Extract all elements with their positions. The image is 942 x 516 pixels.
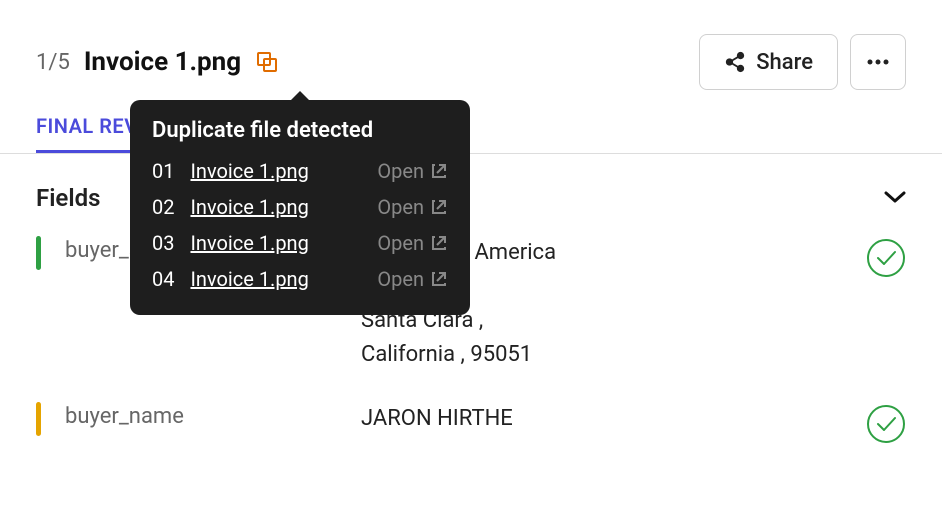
header: 1/5 Invoice 1.png Share (0, 0, 942, 90)
chevron-down-icon (884, 190, 906, 204)
field-status-bar (36, 236, 41, 270)
open-duplicate-link[interactable]: Open (377, 231, 448, 255)
external-link-icon (430, 162, 448, 180)
open-label: Open (377, 231, 424, 255)
page-counter: 1/5 (36, 50, 70, 75)
open-duplicate-link[interactable]: Open (377, 159, 448, 183)
check-circle-icon (866, 238, 906, 278)
share-button[interactable]: Share (699, 34, 838, 90)
external-link-icon (430, 198, 448, 216)
tooltip-title: Duplicate file detected (152, 118, 448, 143)
file-title: Invoice 1.png (84, 47, 241, 77)
duplicate-icon[interactable] (255, 50, 279, 74)
field-status-icon (866, 236, 906, 282)
open-label: Open (377, 195, 424, 219)
dots-icon (867, 59, 889, 65)
duplicate-filename[interactable]: Invoice 1.png (190, 267, 308, 291)
collapse-toggle[interactable] (884, 189, 906, 208)
field-label: buyer_name (65, 402, 361, 429)
share-label: Share (756, 50, 813, 75)
header-left: 1/5 Invoice 1.png (36, 47, 279, 77)
more-button[interactable] (850, 34, 906, 90)
duplicate-index: 02 (152, 195, 174, 219)
duplicate-index: 04 (152, 267, 174, 291)
duplicate-row: 03 Invoice 1.png Open (152, 225, 448, 261)
field-status-bar (36, 402, 41, 436)
open-duplicate-link[interactable]: Open (377, 267, 448, 291)
header-actions: Share (699, 34, 906, 90)
external-link-icon (430, 270, 448, 288)
duplicate-filename[interactable]: Invoice 1.png (190, 195, 308, 219)
open-duplicate-link[interactable]: Open (377, 195, 448, 219)
duplicate-row: 04 Invoice 1.png Open (152, 261, 448, 297)
field-status-icon (866, 402, 906, 448)
open-label: Open (377, 159, 424, 183)
duplicate-filename[interactable]: Invoice 1.png (190, 231, 308, 255)
open-label: Open (377, 267, 424, 291)
duplicate-row: 01 Invoice 1.png Open (152, 153, 448, 189)
section-title: Fields (36, 184, 100, 212)
duplicate-index: 01 (152, 159, 174, 183)
duplicate-filename[interactable]: Invoice 1.png (190, 159, 308, 183)
duplicate-index: 03 (152, 231, 174, 255)
duplicate-tooltip: Duplicate file detected 01 Invoice 1.png… (130, 100, 470, 315)
external-link-icon (430, 234, 448, 252)
duplicate-row: 02 Invoice 1.png Open (152, 189, 448, 225)
share-icon (724, 51, 746, 73)
field-row: buyer_name JARON HIRTHE (0, 402, 942, 478)
check-circle-icon (866, 404, 906, 444)
field-value: JARON HIRTHE (361, 402, 866, 436)
